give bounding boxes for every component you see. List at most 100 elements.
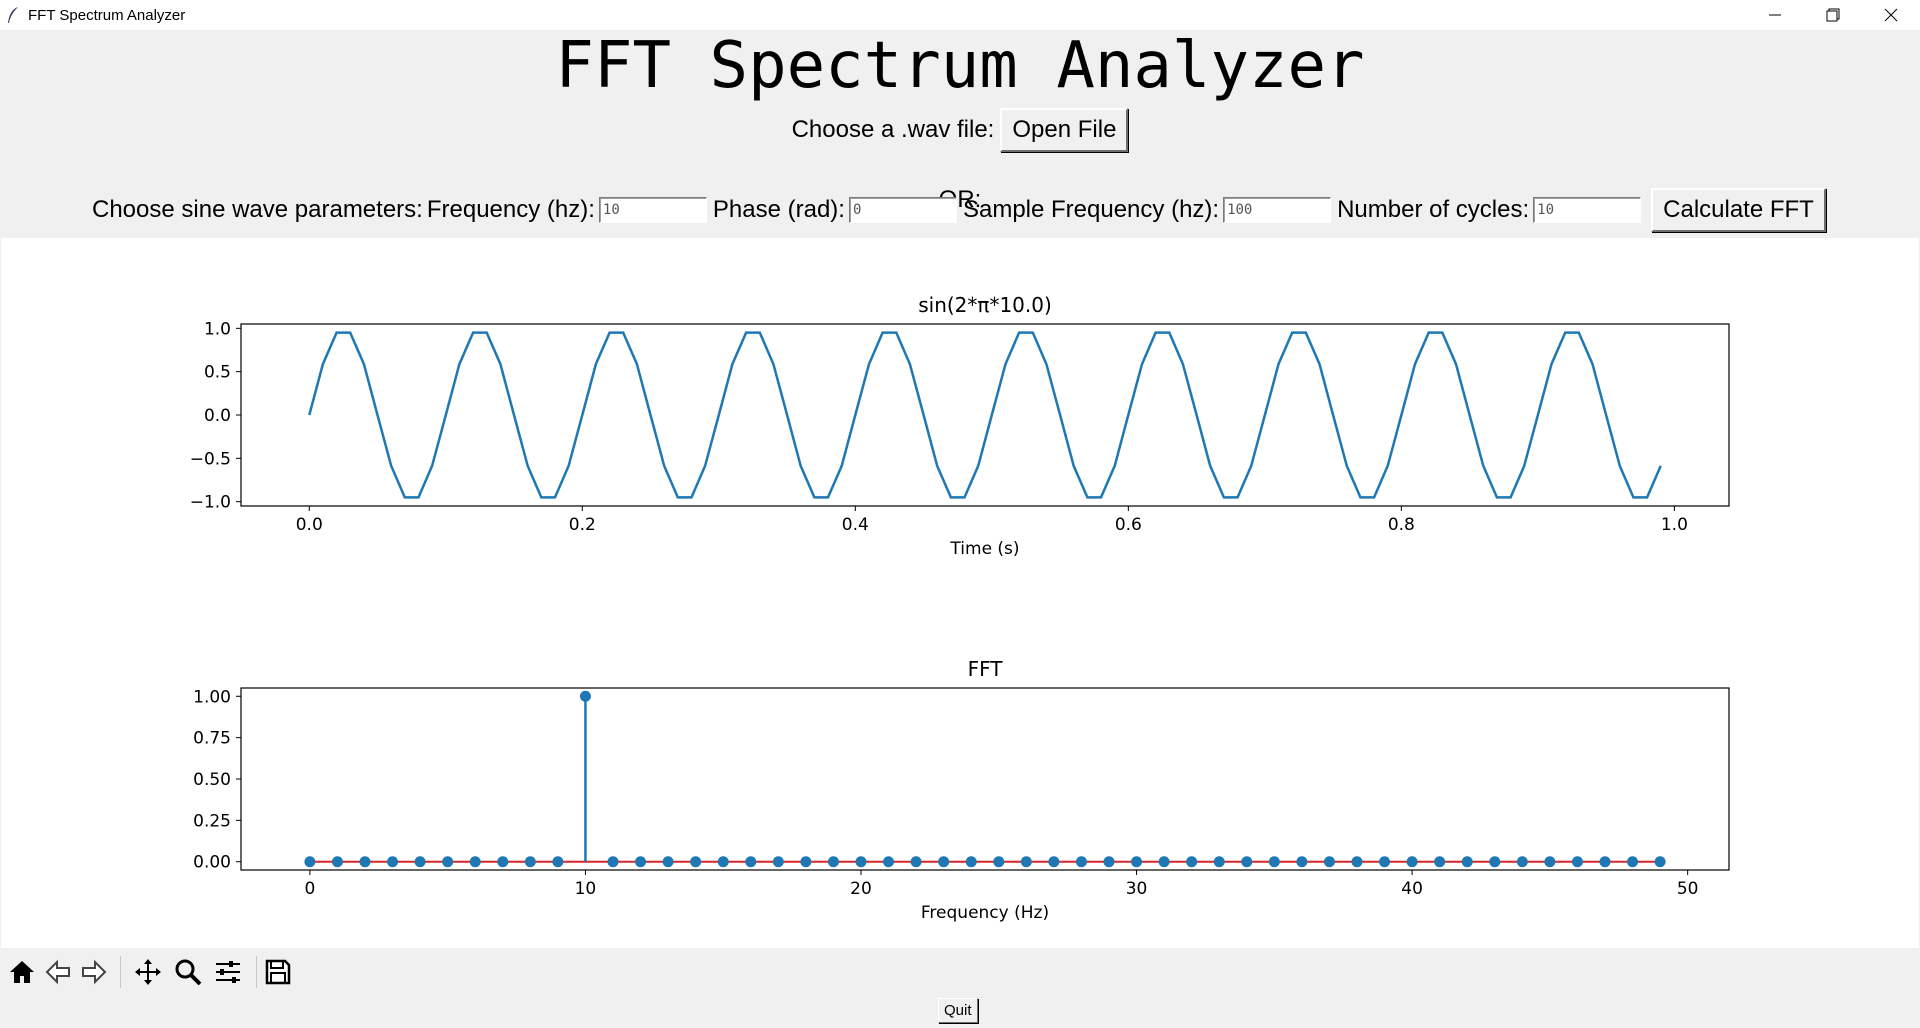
fft-y-tick-label: 1.00 <box>193 687 231 707</box>
fft-stem-marker <box>1268 856 1280 868</box>
feather-app-icon <box>8 7 18 23</box>
fft-stem-marker <box>662 856 674 868</box>
controls-panel: FFT Spectrum Analyzer Choose a .wav file… <box>0 30 1920 238</box>
plot-canvas[interactable]: sin(2*π*10.0) 0.0 0.2 0.4 0.6 0.8 1.0 −1.0 −0.5 0… <box>1 238 1919 948</box>
fft-stem-marker <box>1544 856 1556 868</box>
fft-stem-marker <box>1158 856 1170 868</box>
fft-stem-marker <box>690 856 702 868</box>
fft-stem-marker <box>1103 856 1115 868</box>
sine-x-tick-label: 0.8 <box>1388 515 1415 535</box>
minimize-button[interactable] <box>1746 0 1804 30</box>
restore-button[interactable] <box>1804 0 1862 30</box>
fft-stem-marker <box>304 856 316 868</box>
fft-y-tick-label: 0.50 <box>193 770 231 790</box>
sine-y-tick-label: −1.0 <box>190 493 231 513</box>
sine-x-axis-label: Time (s) <box>949 539 1019 559</box>
navigation-toolbar <box>0 948 1920 998</box>
sine-params-row: Choose sine wave parameters: Frequency (… <box>92 188 1832 232</box>
sine-series-line <box>308 331 1662 499</box>
fft-stem-marker <box>993 856 1005 868</box>
fft-stem-marker <box>1627 856 1639 868</box>
fft-stem-marker <box>579 690 591 702</box>
sine-y-tick-label: 0.0 <box>204 406 231 426</box>
fft-stem-marker <box>1571 856 1583 868</box>
fft-stem-marker <box>800 856 812 868</box>
fft-x-tick-label: 0 <box>304 879 315 899</box>
forward-arrow-icon[interactable] <box>76 954 112 990</box>
fft-stem-marker <box>1186 856 1198 868</box>
fft-stem-marker <box>469 856 481 868</box>
fft-stem-marker <box>1241 856 1253 868</box>
app-title: FFT Spectrum Analyzer <box>555 29 1365 103</box>
phase-label: Phase (rad): <box>712 196 845 223</box>
frequency-label: Frequency (hz): <box>426 196 595 223</box>
choose-file-label: Choose a .wav file: <box>791 116 995 143</box>
fft-plot-frame <box>240 687 1730 871</box>
sine-y-tick-label: 0.5 <box>204 363 231 383</box>
fft-x-tick-label: 50 <box>1677 879 1699 899</box>
fft-stem-marker <box>883 856 895 868</box>
fft-stem-marker <box>1379 856 1391 868</box>
fft-stem-marker <box>1131 856 1143 868</box>
fft-stem-marker <box>1048 856 1060 868</box>
cycles-input[interactable] <box>1533 197 1642 223</box>
close-button[interactable] <box>1862 0 1920 30</box>
cycles-label: Number of cycles: <box>1337 196 1530 223</box>
fft-stem-marker <box>1599 856 1611 868</box>
fft-y-tick-label: 0.00 <box>193 853 231 873</box>
sine-x-tick-label: 0.2 <box>569 515 596 535</box>
quit-button[interactable]: Quit <box>938 998 978 1023</box>
fft-stem-marker <box>1461 856 1473 868</box>
window-title: FFT Spectrum Analyzer <box>28 6 186 24</box>
configure-subplots-icon[interactable] <box>210 954 246 990</box>
sine-x-tick-label: 0.6 <box>1115 515 1142 535</box>
sine-y-tick-label: 1.0 <box>204 319 231 339</box>
window-titlebar: FFT Spectrum Analyzer <box>0 0 1920 30</box>
pan-icon[interactable] <box>130 954 166 990</box>
fft-stem-marker <box>1020 856 1032 868</box>
sine-y-tick-label: −0.5 <box>190 449 231 469</box>
fft-stem-marker <box>965 856 977 868</box>
phase-input[interactable] <box>848 197 957 223</box>
open-file-button[interactable]: Open File <box>1000 108 1129 152</box>
fft-stem-marker <box>497 856 509 868</box>
fft-stem-marker <box>414 856 426 868</box>
fft-stem-marker <box>635 856 647 868</box>
file-row: Choose a .wav file: Open File <box>0 108 1920 152</box>
sample-frequency-input[interactable] <box>1223 197 1332 223</box>
fft-stem-marker <box>1213 856 1225 868</box>
fft-stem-marker <box>827 856 839 868</box>
fft-stem-marker <box>607 856 619 868</box>
fft-stem-marker <box>1654 856 1666 868</box>
fft-stem-marker <box>1516 856 1528 868</box>
fft-x-tick-label: 40 <box>1401 879 1423 899</box>
frequency-input[interactable] <box>598 197 707 223</box>
fft-x-axis-label: Frequency (Hz) <box>921 903 1049 923</box>
fft-stem-marker <box>552 856 564 868</box>
sine-x-tick-label: 1.0 <box>1661 515 1688 535</box>
save-icon[interactable] <box>260 954 296 990</box>
fft-stem-marker <box>524 856 536 868</box>
fft-stem-marker <box>772 856 784 868</box>
home-icon[interactable] <box>4 954 40 990</box>
sine-params-label: Choose sine wave parameters: <box>92 196 423 223</box>
fft-y-tick-label: 0.25 <box>193 811 231 831</box>
back-arrow-icon[interactable] <box>40 954 76 990</box>
fft-stem-marker <box>387 856 399 868</box>
plots-svg: sin(2*π*10.0) 0.0 0.2 0.4 0.6 0.8 1.0 −1.0 −0.5 0… <box>190 293 1730 923</box>
fft-stem-marker <box>1351 856 1363 868</box>
fft-stem-marker <box>1296 856 1308 868</box>
fft-stem-marker <box>359 856 371 868</box>
fft-stem-marker <box>331 856 343 868</box>
fft-stem-marker <box>1323 856 1335 868</box>
fft-y-tick-label: 0.75 <box>193 729 231 749</box>
sine-x-tick-label: 0.0 <box>296 515 323 535</box>
zoom-icon[interactable] <box>170 954 206 990</box>
fft-stem-marker <box>442 856 454 868</box>
calculate-fft-button[interactable]: Calculate FFT <box>1651 188 1826 232</box>
fft-stem-marker <box>1075 856 1087 868</box>
toolbar-separator <box>120 956 121 988</box>
sample-frequency-label: Sample Frequency (hz): <box>962 196 1220 223</box>
fft-stem-marker <box>855 856 867 868</box>
sine-x-tick-label: 0.4 <box>842 515 869 535</box>
